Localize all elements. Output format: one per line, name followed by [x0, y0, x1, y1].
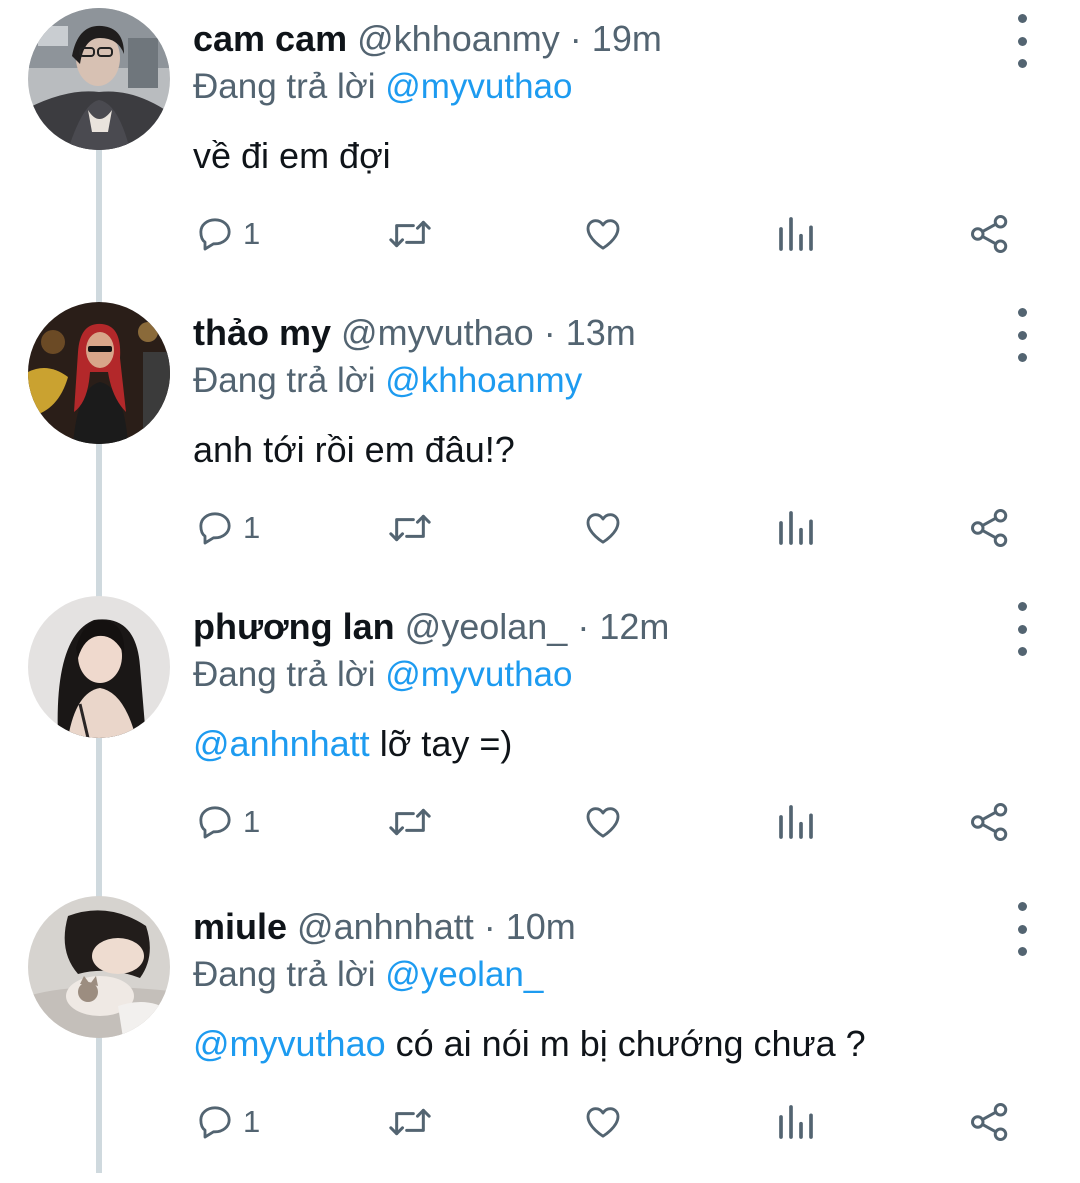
share-button[interactable] [968, 210, 1012, 258]
reply-count: 1 [243, 1104, 261, 1139]
separator-dot: · [543, 312, 556, 353]
more-vertical-icon[interactable] [1006, 602, 1038, 656]
retweet-icon [389, 220, 431, 248]
heart-icon [586, 513, 620, 544]
heart-icon [586, 1107, 620, 1138]
avatar[interactable] [28, 896, 170, 1038]
like-button[interactable] [582, 798, 624, 846]
retweet-button[interactable] [386, 1098, 434, 1146]
reply-icon [199, 1106, 231, 1139]
share-icon [971, 803, 1008, 841]
replying-to-handle[interactable]: @yeolan_ [385, 955, 543, 994]
reply-count: 1 [243, 510, 261, 545]
replying-to: Đang trả lời @myvuthao [193, 652, 572, 698]
analytics-icon [779, 511, 813, 545]
tweet[interactable]: thảo my @myvuthao · 13m Đang trả lời @kh… [0, 294, 1080, 589]
replying-to-handle[interactable]: @khhoanmy [385, 361, 582, 400]
tweet-text: @myvuthao có ai nói m bị chướng chưa ? [193, 1020, 866, 1068]
separator-dot: · [569, 18, 582, 59]
replying-to-label: Đang trả lời [193, 67, 376, 106]
action-bar: 1 [0, 504, 1080, 554]
share-icon [971, 1103, 1008, 1141]
like-button[interactable] [582, 210, 624, 258]
like-button[interactable] [582, 1098, 624, 1146]
avatar[interactable] [28, 302, 170, 444]
views-button[interactable] [776, 1098, 816, 1146]
views-button[interactable] [776, 210, 816, 258]
tweet-body: về đi em đợi [193, 135, 391, 176]
heart-icon [586, 219, 620, 250]
avatar[interactable] [28, 596, 170, 738]
timestamp[interactable]: 13m [566, 312, 636, 353]
replying-to-label: Đang trả lời [193, 361, 376, 400]
share-button[interactable] [968, 798, 1012, 846]
views-button[interactable] [776, 504, 816, 552]
analytics-icon [779, 217, 813, 251]
reply-button[interactable]: 1 [195, 798, 260, 846]
action-bar: 1 [0, 1098, 1080, 1148]
share-icon [971, 215, 1008, 253]
retweet-button[interactable] [386, 798, 434, 846]
tweet-body: có ai nói m bị chướng chưa ? [395, 1023, 866, 1064]
share-button[interactable] [968, 504, 1012, 552]
tweet[interactable]: cam cam @khhoanmy · 19m Đang trả lời @my… [0, 0, 1080, 295]
user-handle[interactable]: @khhoanmy [357, 18, 560, 59]
display-name[interactable]: thảo my [193, 312, 331, 353]
timestamp[interactable]: 12m [599, 606, 669, 647]
tweet-mention[interactable]: @myvuthao [193, 1023, 386, 1064]
retweet-icon [389, 808, 431, 836]
retweet-button[interactable] [386, 504, 434, 552]
reply-button[interactable]: 1 [195, 1098, 260, 1146]
reply-count: 1 [243, 804, 261, 839]
user-handle[interactable]: @myvuthao [341, 312, 534, 353]
separator-dot: · [577, 606, 590, 647]
timestamp[interactable]: 10m [506, 906, 576, 947]
tweet-text: về đi em đợi [193, 132, 391, 180]
analytics-icon [779, 805, 813, 839]
reply-count: 1 [243, 216, 261, 251]
user-handle[interactable]: @anhnhatt [297, 906, 474, 947]
heart-icon [586, 807, 620, 838]
reply-button[interactable]: 1 [195, 504, 260, 552]
tweet-body: lỡ tay =) [379, 723, 513, 764]
replying-to-handle[interactable]: @myvuthao [385, 655, 572, 694]
user-handle[interactable]: @yeolan_ [405, 606, 568, 647]
share-button[interactable] [968, 1098, 1012, 1146]
replying-to-label: Đang trả lời [193, 955, 376, 994]
replying-to-label: Đang trả lời [193, 655, 376, 694]
analytics-icon [779, 1105, 813, 1139]
tweet-mention[interactable]: @anhnhatt [193, 723, 370, 764]
action-bar: 1 [0, 210, 1080, 260]
more-vertical-icon[interactable] [1006, 308, 1038, 362]
reply-icon [199, 512, 231, 545]
tweet[interactable]: miule @anhnhatt · 10m Đang trả lời @yeol… [0, 888, 1080, 1183]
replying-to-handle[interactable]: @myvuthao [385, 67, 572, 106]
tweet-text: anh tới rồi em đâu!? [193, 426, 515, 474]
like-button[interactable] [582, 504, 624, 552]
share-icon [971, 509, 1008, 547]
reply-icon [199, 218, 231, 251]
reply-button[interactable]: 1 [195, 210, 260, 258]
replying-to: Đang trả lời @myvuthao [193, 64, 572, 110]
retweet-button[interactable] [386, 210, 434, 258]
retweet-icon [389, 1108, 431, 1136]
retweet-icon [389, 514, 431, 542]
tweet-body: anh tới rồi em đâu!? [193, 429, 515, 470]
separator-dot: · [483, 906, 496, 947]
more-vertical-icon[interactable] [1006, 902, 1038, 956]
reply-icon [199, 806, 231, 839]
replying-to: Đang trả lời @yeolan_ [193, 952, 543, 998]
views-button[interactable] [776, 798, 816, 846]
tweet[interactable]: phương lan @yeolan_ · 12m Đang trả lời @… [0, 588, 1080, 883]
display-name[interactable]: cam cam [193, 18, 347, 59]
display-name[interactable]: phương lan [193, 606, 395, 647]
display-name[interactable]: miule [193, 906, 287, 947]
avatar[interactable] [28, 8, 170, 150]
more-vertical-icon[interactable] [1006, 14, 1038, 68]
timestamp[interactable]: 19m [592, 18, 662, 59]
action-bar: 1 [0, 798, 1080, 848]
tweet-text: @anhnhatt lỡ tay =) [193, 720, 512, 768]
replying-to: Đang trả lời @khhoanmy [193, 358, 582, 404]
